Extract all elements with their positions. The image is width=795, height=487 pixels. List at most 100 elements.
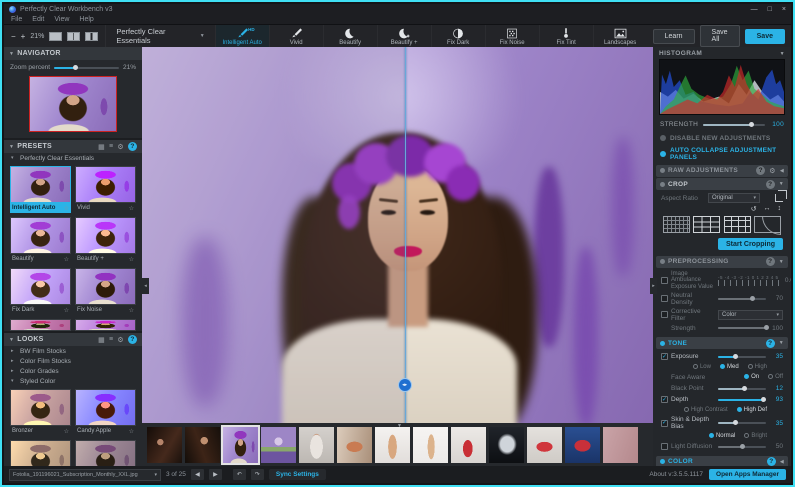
split-view-button[interactable] — [67, 31, 81, 41]
star-icon[interactable]: ☆ — [64, 256, 69, 263]
look-thumb-caramel[interactable]: Caramel☆ — [10, 440, 71, 466]
preset-beautify-plus[interactable]: Beautify + — [376, 25, 431, 47]
filmstrip-thumb[interactable] — [337, 426, 372, 463]
preset-fix-tint[interactable]: Fix Tint — [538, 25, 593, 47]
face-aware-off[interactable]: Off — [768, 374, 783, 381]
skin-depth-bias-checkbox[interactable]: ✓ — [661, 419, 668, 427]
star-icon[interactable]: ☆ — [129, 307, 134, 314]
collapse-icon[interactable]: ◀ — [780, 459, 784, 465]
gear-icon[interactable]: ⚙ — [117, 143, 124, 151]
filmstrip-thumb[interactable] — [527, 426, 562, 463]
zoom-percent-slider[interactable] — [54, 64, 119, 70]
gear-icon[interactable]: ⚙ — [769, 167, 776, 175]
looks-group-bw[interactable]: ▸ BW Film Stocks — [4, 346, 142, 356]
menu-file[interactable]: File — [11, 16, 22, 23]
collapse-icon[interactable]: ▼ — [779, 259, 784, 265]
preprocessing-header[interactable]: PREPROCESSING ? ▼ — [656, 255, 788, 268]
thumbnail-view-icon[interactable]: ▦ — [98, 336, 105, 344]
bias-mode-bright[interactable]: Bright — [744, 432, 767, 439]
close-button[interactable]: × — [782, 6, 786, 13]
undo-button[interactable]: ↶ — [232, 469, 246, 480]
single-view-button[interactable] — [49, 31, 63, 41]
file-select-dropdown[interactable]: Fotolia_191196021_Subscription_Monthly_X… — [9, 468, 161, 481]
preset-beautify[interactable]: Beautify — [322, 25, 377, 47]
preset-fix-dark[interactable]: Fix Dark — [430, 25, 485, 47]
image-ambulance-checkbox[interactable]: ✓ — [661, 276, 668, 284]
depth-mode-contrast[interactable]: High Contrast — [683, 406, 728, 413]
image-canvas[interactable]: ◂▸ — [142, 47, 657, 427]
filmstrip-thumb[interactable] — [147, 426, 182, 463]
preset-intelligent-auto[interactable]: HD Intelligent Auto — [214, 25, 269, 47]
help-icon[interactable]: ? — [128, 335, 137, 344]
crop-icon[interactable] — [775, 190, 787, 202]
collapse-right-sidebar-handle[interactable]: ▸ — [650, 278, 657, 294]
look-thumb-candy-apple[interactable]: Candy Apple ☆ — [75, 389, 136, 436]
open-apps-manager-button[interactable]: Open Apps Manager — [709, 469, 786, 480]
preset-vivid[interactable]: Vivid — [268, 25, 323, 47]
disable-adjustments-toggle[interactable]: DISABLE NEW ADJUSTMENTS — [653, 132, 791, 144]
star-icon[interactable]: ☆ — [129, 256, 134, 263]
collapse-icon[interactable]: ▼ — [779, 181, 784, 187]
star-icon[interactable]: ☆ — [64, 428, 69, 435]
neutral-density-checkbox[interactable]: ✓ — [661, 295, 668, 302]
preset-thumb-beautify[interactable]: Beautify ☆ — [10, 217, 71, 264]
maximize-button[interactable]: □ — [768, 6, 772, 13]
start-cropping-button[interactable]: Start Cropping — [718, 238, 783, 250]
menu-edit[interactable]: Edit — [32, 16, 44, 23]
aspect-ratio-dropdown[interactable]: Original ▾ — [708, 193, 760, 203]
help-icon[interactable]: ? — [128, 142, 137, 151]
filmstrip-thumb[interactable] — [299, 426, 334, 463]
preset-thumb-partial[interactable] — [10, 319, 71, 331]
grid-overlay-dense-button[interactable] — [663, 216, 690, 233]
strength-slider[interactable] — [703, 121, 765, 127]
black-point-slider[interactable] — [718, 385, 766, 391]
about-version-link[interactable]: About v:3.5.5.1117 — [649, 471, 703, 478]
look-thumb-cocoa[interactable]: Cocoa☆ — [75, 440, 136, 466]
before-after-split-line[interactable] — [404, 47, 406, 427]
exposure-value-ruler[interactable]: -5 -4 -3 -2 -1 0 1 2 3 4 5 — [718, 275, 779, 286]
neutral-density-slider[interactable] — [718, 295, 766, 301]
filmstrip-thumb[interactable] — [185, 426, 220, 463]
sync-settings-button[interactable]: Sync Settings — [268, 469, 326, 480]
navigator-header[interactable]: ▼ NAVIGATOR — [4, 47, 142, 60]
preset-group-dropdown[interactable]: Perfectly Clear Essentials ▼ — [105, 25, 214, 47]
exposure-checkbox[interactable]: ✓ — [661, 353, 668, 360]
preset-thumb-fix-noise[interactable]: Fix Noise ☆ — [75, 268, 136, 315]
collapse-icon[interactable]: ▼ — [779, 340, 784, 346]
flip-vertical-icon[interactable]: ↕ — [778, 205, 782, 213]
corrective-filter-dropdown[interactable]: Color ▾ — [718, 309, 783, 320]
preset-thumb-fix-dark[interactable]: Fix Dark ☆ — [10, 268, 71, 315]
depth-slider[interactable] — [718, 396, 766, 402]
depth-checkbox[interactable]: ✓ — [661, 396, 668, 403]
next-image-button[interactable]: ▶ — [208, 469, 222, 480]
preset-thumb-intelligent-auto[interactable]: Intelligent Auto ☆ — [10, 166, 71, 213]
collapse-icon[interactable]: ▼ — [780, 51, 785, 57]
exposure-mode-med[interactable]: Med — [719, 363, 739, 370]
raw-adjustments-header[interactable]: RAW ADJUSTMENTS ? ⚙ ◀ — [656, 164, 788, 177]
pre-strength-slider[interactable] — [718, 325, 769, 330]
minimize-button[interactable]: — — [751, 6, 758, 13]
zoom-out-button[interactable]: − — [11, 32, 16, 41]
grid-overlay-thirds-button[interactable] — [693, 216, 721, 233]
filmstrip-thumb[interactable] — [603, 426, 638, 463]
auto-collapse-toggle[interactable]: AUTO COLLAPSE ADJUSTMENT PANELS — [653, 144, 791, 163]
list-view-icon[interactable]: ≡ — [109, 336, 113, 343]
color-header[interactable]: COLOR ? ◀ — [656, 455, 788, 466]
tone-header[interactable]: TONE ? ▼ — [656, 337, 788, 349]
preset-thumb-vivid[interactable]: Vivid ☆ — [75, 166, 136, 213]
filmstrip-thumb-selected[interactable] — [221, 424, 260, 465]
collapse-icon[interactable]: ◀ — [780, 168, 784, 174]
save-button[interactable]: Save — [744, 28, 785, 44]
star-icon[interactable]: ☆ — [129, 205, 134, 212]
star-icon[interactable]: ☆ — [64, 307, 69, 314]
help-icon[interactable]: ? — [756, 166, 766, 175]
bias-mode-normal[interactable]: Normal — [708, 432, 735, 439]
depth-mode-highdef[interactable]: High Def — [736, 406, 767, 413]
looks-group-styled[interactable]: ▾ Styled Color — [4, 376, 142, 386]
zoom-in-button[interactable]: + — [21, 32, 26, 41]
face-aware-on[interactable]: On — [744, 374, 759, 381]
previous-image-button[interactable]: ◀ — [190, 469, 204, 480]
light-diffusion-slider[interactable] — [718, 443, 766, 449]
filmstrip-thumb[interactable] — [413, 426, 448, 463]
star-icon[interactable]: ☆ — [64, 205, 69, 212]
